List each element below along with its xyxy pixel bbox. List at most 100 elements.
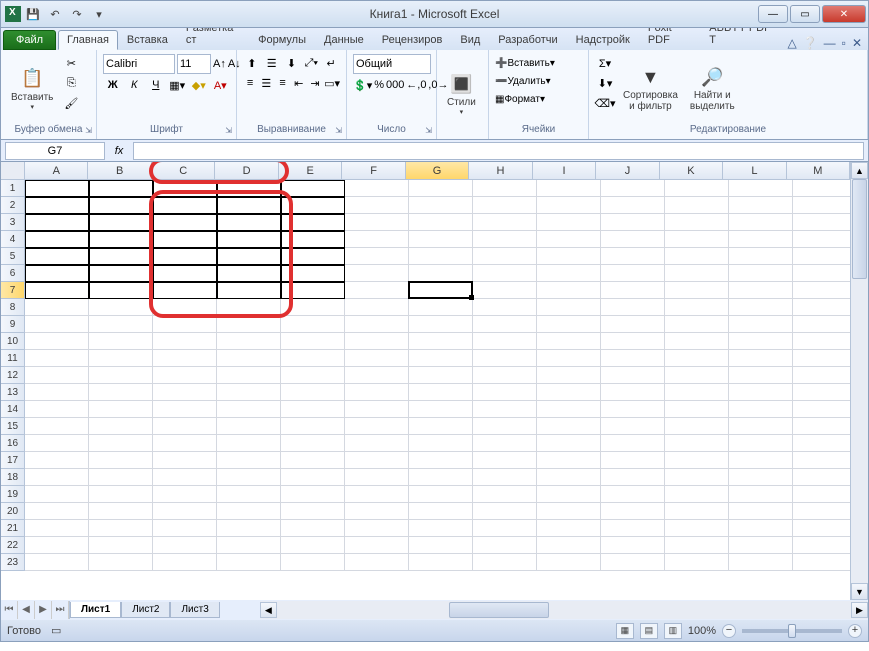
cell-E13[interactable] (281, 384, 345, 401)
cell-C19[interactable] (153, 486, 217, 503)
row-header-15[interactable]: 15 (1, 418, 25, 435)
column-header-E[interactable]: E (279, 162, 342, 180)
cell-E17[interactable] (281, 452, 345, 469)
cell-K2[interactable] (665, 197, 729, 214)
font-name-select[interactable] (103, 54, 175, 74)
normal-view-button[interactable]: ▦ (616, 623, 634, 639)
row-header-6[interactable]: 6 (1, 265, 25, 282)
cell-J4[interactable] (601, 231, 665, 248)
cell-C3[interactable] (153, 214, 217, 231)
cell-C6[interactable] (153, 265, 217, 282)
merge-button[interactable]: ▭▾ (324, 74, 340, 92)
cell-I15[interactable] (537, 418, 601, 435)
column-header-C[interactable]: C (152, 162, 215, 180)
row-header-8[interactable]: 8 (1, 299, 25, 316)
row-header-1[interactable]: 1 (1, 180, 25, 197)
cell-K10[interactable] (665, 333, 729, 350)
styles-button[interactable]: 🔳 Стили ▾ (443, 54, 480, 133)
cell-H19[interactable] (473, 486, 537, 503)
cell-M4[interactable] (793, 231, 857, 248)
cell-A19[interactable] (25, 486, 89, 503)
cell-C2[interactable] (153, 197, 217, 214)
cell-G16[interactable] (409, 435, 473, 452)
sort-filter-button[interactable]: ▼ Сортировка и фильтр (619, 54, 682, 122)
cell-H9[interactable] (473, 316, 537, 333)
column-header-L[interactable]: L (723, 162, 786, 180)
cell-M2[interactable] (793, 197, 857, 214)
cell-I18[interactable] (537, 469, 601, 486)
cell-H1[interactable] (473, 180, 537, 197)
cell-B14[interactable] (89, 401, 153, 418)
cell-F21[interactable] (345, 520, 409, 537)
cell-B22[interactable] (89, 537, 153, 554)
cell-F4[interactable] (345, 231, 409, 248)
row-header-5[interactable]: 5 (1, 248, 25, 265)
page-layout-view-button[interactable]: ▤ (640, 623, 658, 639)
cell-G23[interactable] (409, 554, 473, 571)
cell-M13[interactable] (793, 384, 857, 401)
cell-L19[interactable] (729, 486, 793, 503)
cell-G20[interactable] (409, 503, 473, 520)
cell-J12[interactable] (601, 367, 665, 384)
cell-C14[interactable] (153, 401, 217, 418)
cell-H13[interactable] (473, 384, 537, 401)
cell-I12[interactable] (537, 367, 601, 384)
cell-H7[interactable] (473, 282, 537, 299)
cell-F14[interactable] (345, 401, 409, 418)
minimize-button[interactable]: — (758, 5, 788, 23)
cell-B18[interactable] (89, 469, 153, 486)
underline-button[interactable]: Ч (146, 76, 166, 94)
cell-E19[interactable] (281, 486, 345, 503)
cell-M8[interactable] (793, 299, 857, 316)
cell-A13[interactable] (25, 384, 89, 401)
align-center-button[interactable]: ☰ (259, 74, 273, 92)
cell-A16[interactable] (25, 435, 89, 452)
copy-button[interactable]: ⎘ (61, 74, 81, 92)
fill-button[interactable]: ⬇▾ (595, 74, 615, 92)
insert-cells-button[interactable]: ➕ Вставить ▾ (495, 54, 555, 72)
cell-D18[interactable] (217, 469, 281, 486)
cell-B3[interactable] (89, 214, 153, 231)
cell-G17[interactable] (409, 452, 473, 469)
cell-I16[interactable] (537, 435, 601, 452)
cell-H14[interactable] (473, 401, 537, 418)
number-launcher-icon[interactable]: ⇲ (425, 126, 432, 135)
row-header-21[interactable]: 21 (1, 520, 25, 537)
column-header-J[interactable]: J (596, 162, 659, 180)
cell-G2[interactable] (409, 197, 473, 214)
cell-E20[interactable] (281, 503, 345, 520)
cell-D5[interactable] (217, 248, 281, 265)
cell-C16[interactable] (153, 435, 217, 452)
scroll-right-button[interactable]: ▶ (851, 602, 868, 618)
cell-K18[interactable] (665, 469, 729, 486)
cell-E23[interactable] (281, 554, 345, 571)
help-icon[interactable]: ❔ (803, 36, 818, 50)
clipboard-launcher-icon[interactable]: ⇲ (85, 126, 92, 135)
cell-J13[interactable] (601, 384, 665, 401)
cell-E10[interactable] (281, 333, 345, 350)
cell-B12[interactable] (89, 367, 153, 384)
cell-F6[interactable] (345, 265, 409, 282)
wb-close-icon[interactable]: ✕ (852, 36, 862, 50)
cell-M18[interactable] (793, 469, 857, 486)
cell-I2[interactable] (537, 197, 601, 214)
cell-C1[interactable] (153, 180, 217, 197)
cell-A5[interactable] (25, 248, 89, 265)
cell-I4[interactable] (537, 231, 601, 248)
cell-M6[interactable] (793, 265, 857, 282)
cell-B1[interactable] (89, 180, 153, 197)
cell-C17[interactable] (153, 452, 217, 469)
cell-I8[interactable] (537, 299, 601, 316)
cell-J21[interactable] (601, 520, 665, 537)
cell-B15[interactable] (89, 418, 153, 435)
decrease-indent-button[interactable]: ⇤ (292, 74, 306, 92)
cell-J6[interactable] (601, 265, 665, 282)
column-header-K[interactable]: K (660, 162, 723, 180)
row-header-19[interactable]: 19 (1, 486, 25, 503)
cell-B7[interactable] (89, 282, 153, 299)
currency-button[interactable]: 💲▾ (353, 76, 372, 94)
cell-D3[interactable] (217, 214, 281, 231)
align-right-button[interactable]: ≡ (275, 74, 289, 92)
cell-M12[interactable] (793, 367, 857, 384)
wb-minimize-icon[interactable]: — (824, 36, 836, 50)
